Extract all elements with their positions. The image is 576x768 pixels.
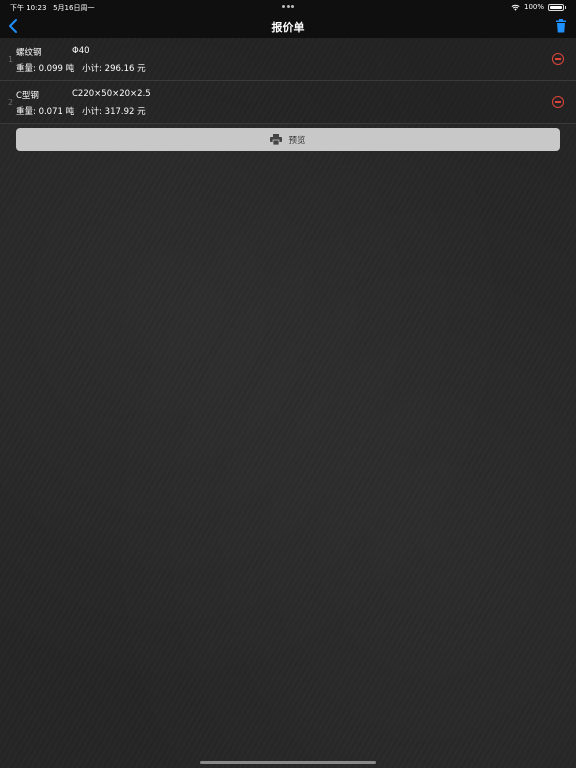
remove-circle-icon[interactable] <box>552 96 564 108</box>
trash-icon[interactable] <box>554 19 568 33</box>
list-item[interactable]: 2 C型钢 C220×50×20×2.5 重量: 0.071 吨小计: 317.… <box>0 81 576 124</box>
item-index: 1 <box>8 55 14 64</box>
navigation-bar: 报价单 <box>0 14 576 38</box>
preview-button-label: 预览 <box>288 135 306 146</box>
item-weight: 重量: 0.099 吨 <box>16 64 75 74</box>
battery-icon <box>548 3 564 11</box>
item-spec: Φ40 <box>72 46 90 56</box>
item-name: C型钢 <box>16 91 39 101</box>
item-spec: C220×50×20×2.5 <box>72 89 151 99</box>
wifi-icon <box>511 4 520 11</box>
preview-button[interactable]: 预览 <box>16 128 560 151</box>
status-right: 100% <box>511 3 566 11</box>
screen: 下午 10:23 5月16日周一 100% 报价单 1 螺纹钢 Φ40 重量: … <box>0 0 576 768</box>
item-subtotal: 小计: 317.92 元 <box>82 107 146 117</box>
page-title: 报价单 <box>271 21 305 34</box>
battery-percentage: 100% <box>523 3 544 11</box>
printer-icon <box>270 134 283 145</box>
status-time-text: 下午 10:23 <box>10 4 47 12</box>
status-date-text: 5月16日周一 <box>53 4 95 12</box>
item-index: 2 <box>8 98 14 107</box>
item-name: 螺纹钢 <box>16 48 42 58</box>
item-detail: 重量: 0.099 吨小计: 296.16 元 <box>16 62 146 74</box>
status-bar: 下午 10:23 5月16日周一 100% <box>0 0 576 14</box>
multitasking-dots-icon[interactable] <box>282 5 294 8</box>
quote-item-list: 1 螺纹钢 Φ40 重量: 0.099 吨小计: 296.16 元 2 C型钢 … <box>0 38 576 124</box>
item-detail: 重量: 0.071 吨小计: 317.92 元 <box>16 105 146 117</box>
remove-circle-icon[interactable] <box>552 53 564 65</box>
battery-tip <box>565 5 566 9</box>
item-subtotal: 小计: 296.16 元 <box>82 64 146 74</box>
list-item[interactable]: 1 螺纹钢 Φ40 重量: 0.099 吨小计: 296.16 元 <box>0 38 576 81</box>
item-weight: 重量: 0.071 吨 <box>16 107 75 117</box>
status-time: 下午 10:23 5月16日周一 <box>10 3 94 13</box>
home-indicator[interactable] <box>200 761 376 764</box>
